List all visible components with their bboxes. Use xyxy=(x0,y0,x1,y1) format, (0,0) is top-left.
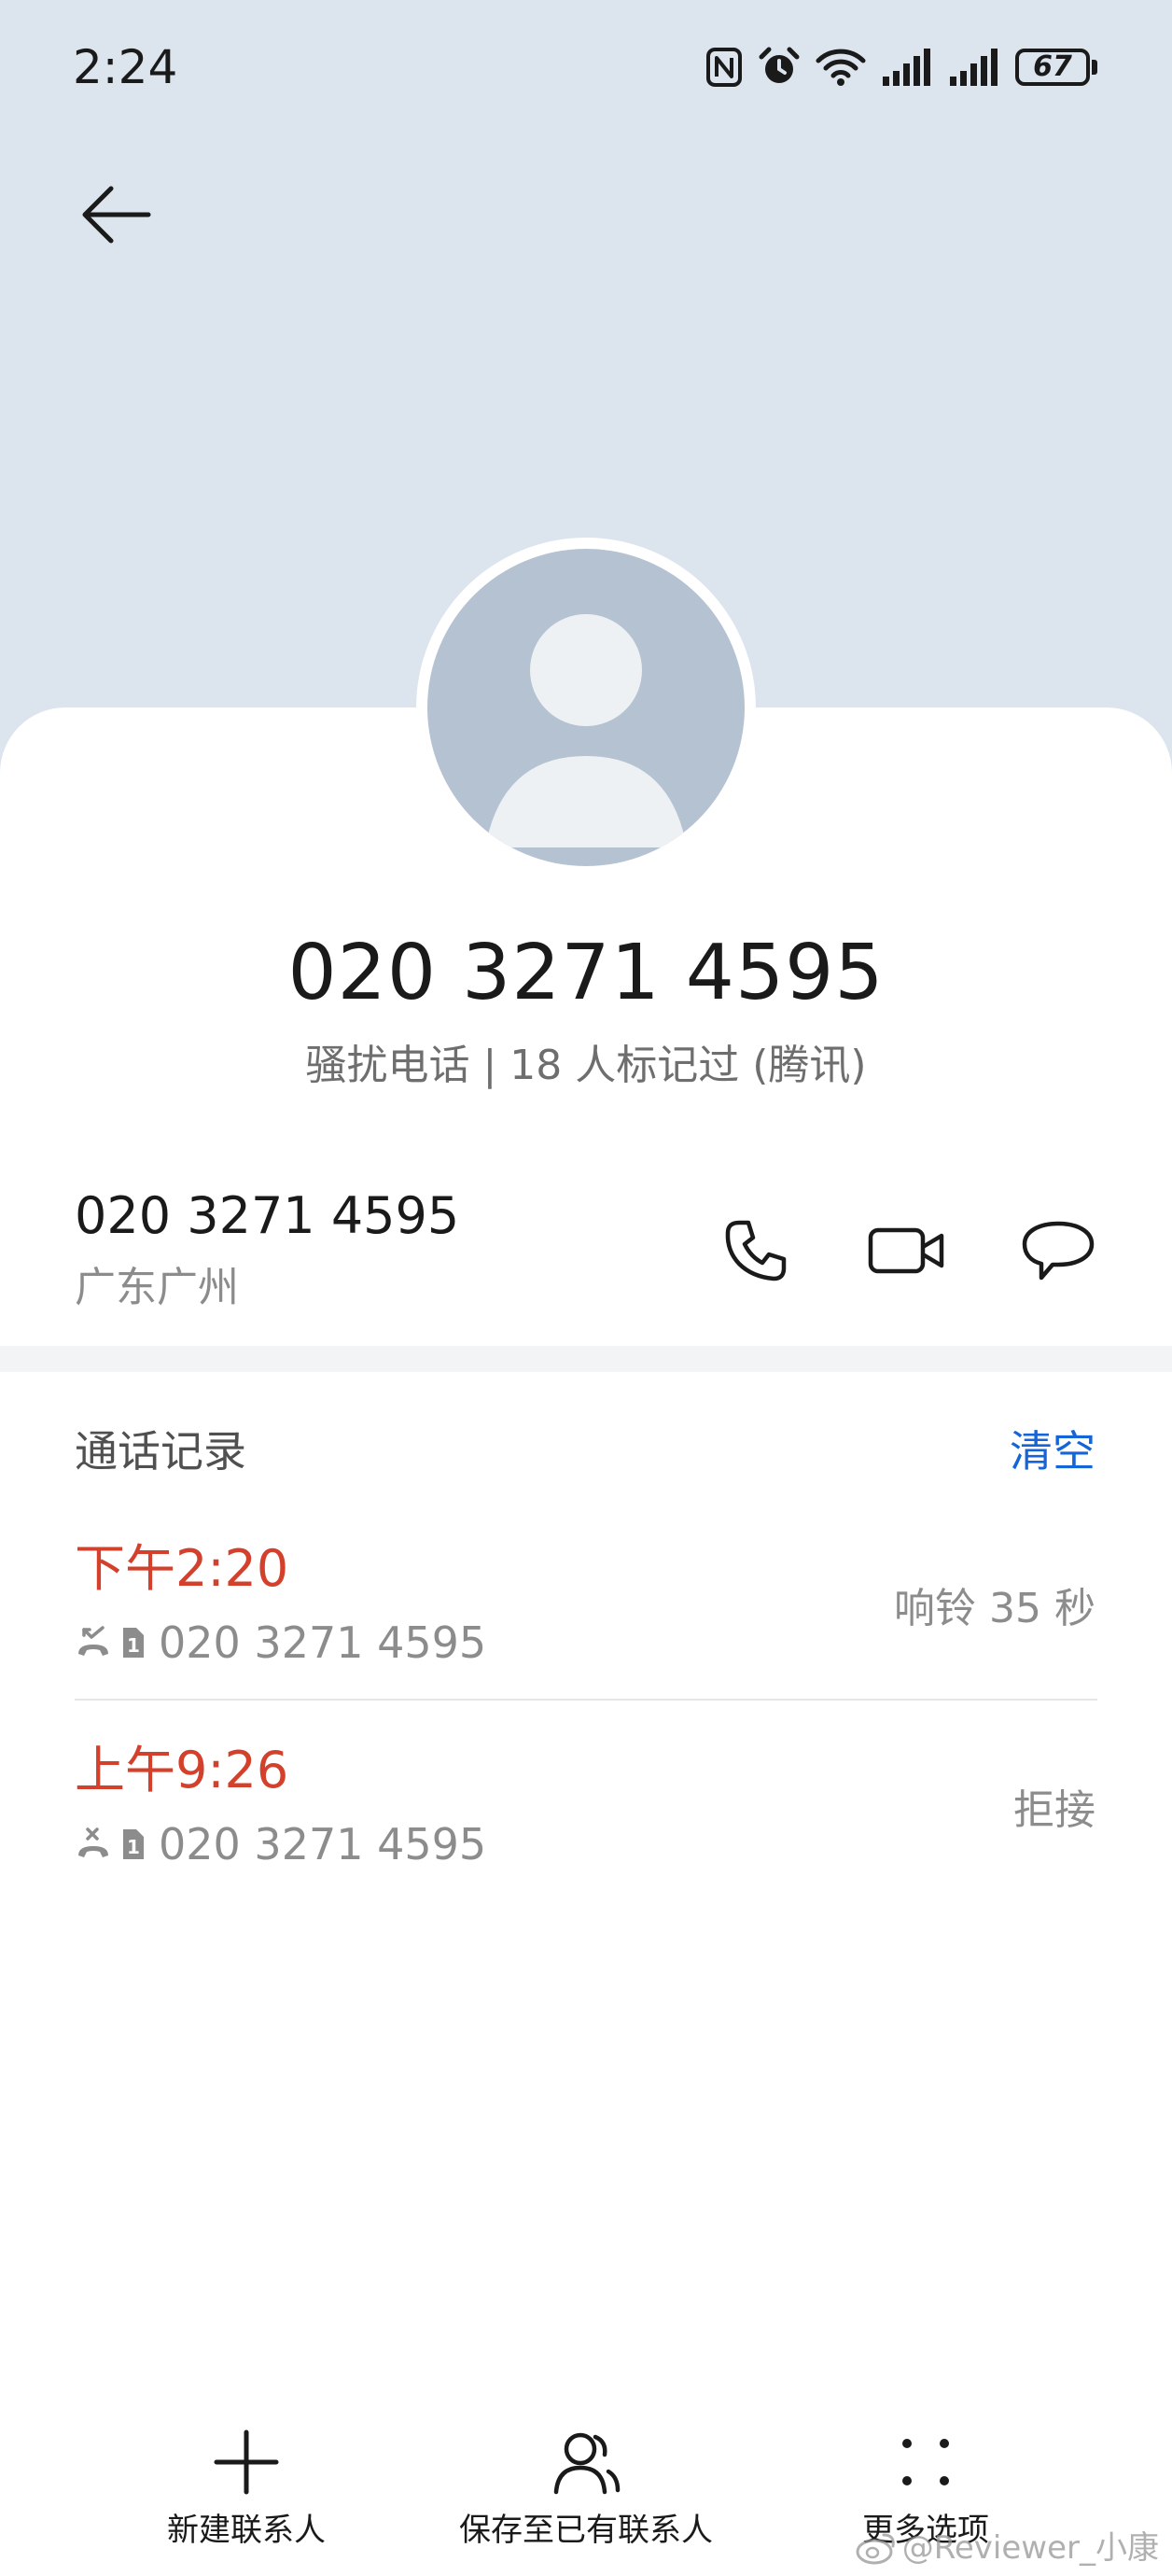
signal-icon-2 xyxy=(948,47,1000,88)
call-details: 1 020 3271 4595 xyxy=(75,1816,486,1872)
message-button[interactable] xyxy=(1012,1204,1105,1297)
call-details: 1 020 3271 4595 xyxy=(75,1615,486,1671)
status-time: 2:24 xyxy=(73,40,178,94)
phone-number: 020 3271 4595 xyxy=(75,1186,460,1245)
wifi-icon xyxy=(816,47,866,88)
more-dots-icon xyxy=(902,2439,949,2485)
sim-card-icon: 1 xyxy=(123,1829,144,1859)
call-log-title: 通话记录 xyxy=(75,1426,246,1477)
sim-slot-number: 1 xyxy=(127,1634,140,1657)
number-row: 020 3271 4595 广东广州 xyxy=(0,1167,1172,1325)
arrow-left-icon xyxy=(82,186,151,244)
call-button[interactable] xyxy=(709,1204,802,1297)
call-log-item[interactable]: 下午2:20 1 020 3271 4595 响铃 35 秒 xyxy=(0,1521,1172,1717)
sim-slot-number: 1 xyxy=(127,1836,140,1858)
call-status: 响铃 35 秒 xyxy=(894,1585,1095,1632)
watermark: @Reviewer_小康 xyxy=(856,2529,1159,2567)
call-time: 上午9:26 xyxy=(75,1741,289,1799)
missed-call-icon xyxy=(78,1626,108,1656)
section-divider xyxy=(0,1346,1172,1372)
message-bubble-icon xyxy=(1022,1221,1095,1281)
person-placeholder-icon xyxy=(485,614,687,847)
contacts-icon xyxy=(553,2432,621,2495)
back-button[interactable] xyxy=(65,168,168,261)
alarm-icon xyxy=(758,46,801,89)
rejected-call-icon xyxy=(78,1827,108,1857)
call-number: 020 3271 4595 xyxy=(159,1617,487,1668)
new-contact-button[interactable]: 新建联系人 xyxy=(106,2408,386,2576)
save-to-existing-contact-button[interactable]: 保存至已有联系人 xyxy=(446,2408,726,2576)
call-log-item[interactable]: 上午9:26 1 020 3271 4595 拒接 xyxy=(0,1723,1172,1919)
video-camera-icon xyxy=(868,1227,944,1274)
row-divider xyxy=(75,1699,1097,1701)
battery-level: 67 xyxy=(1033,50,1072,83)
phone-icon xyxy=(725,1220,787,1281)
status-bar: 2:24 67 xyxy=(0,0,1172,131)
video-call-button[interactable] xyxy=(860,1204,954,1297)
new-contact-label: 新建联系人 xyxy=(167,2512,326,2549)
spam-tag: 骚扰电话 | 18 人标记过 (腾讯) xyxy=(305,1042,867,1089)
signal-icon-1 xyxy=(881,47,933,88)
clear-call-log-button[interactable]: 清空 xyxy=(1010,1422,1095,1480)
call-time: 下午2:20 xyxy=(75,1539,289,1598)
avatar xyxy=(416,538,756,877)
sim-card-icon: 1 xyxy=(123,1628,144,1658)
call-status: 拒接 xyxy=(1013,1786,1095,1834)
battery-icon: 67 xyxy=(1015,49,1097,86)
contact-phone-title: 020 3271 4595 xyxy=(287,929,885,1017)
plus-icon xyxy=(214,2429,279,2495)
phone-location: 广东广州 xyxy=(75,1264,239,1311)
nfc-icon xyxy=(705,47,743,88)
weibo-logo-icon xyxy=(856,2533,895,2565)
save-to-existing-label: 保存至已有联系人 xyxy=(459,2512,713,2549)
watermark-text: @Reviewer_小康 xyxy=(901,2529,1159,2567)
status-icons: 67 xyxy=(705,43,1097,91)
call-number: 020 3271 4595 xyxy=(159,1819,487,1869)
